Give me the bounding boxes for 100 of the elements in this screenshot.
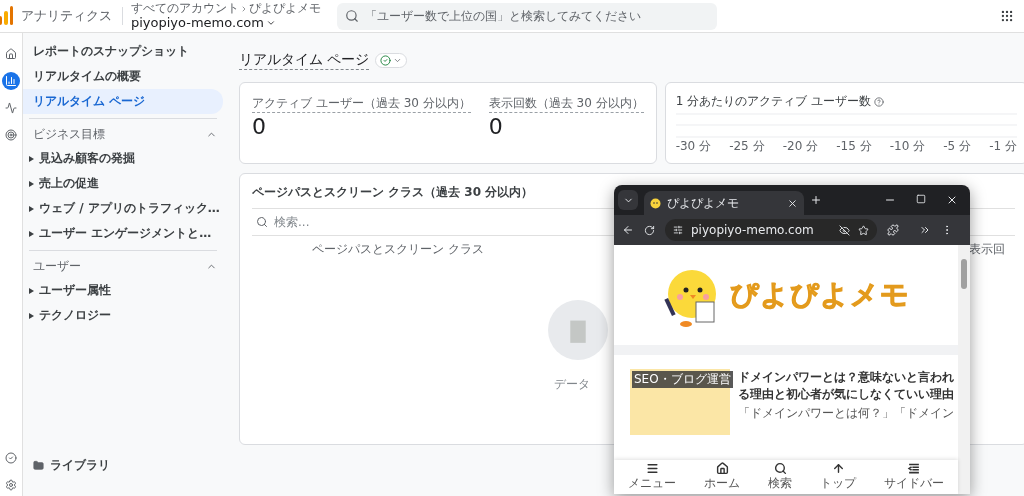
expand-arrow-icon	[29, 312, 34, 319]
more-tools-button[interactable]	[919, 224, 931, 236]
breadcrumb-link[interactable]: ぴよぴよメモ	[249, 2, 321, 15]
nav-item-label: ユーザー属性	[39, 282, 111, 299]
reload-icon	[644, 224, 655, 236]
bar-chart-icon	[5, 75, 17, 87]
library-link[interactable]: ライブラリ	[23, 457, 223, 496]
metric-label: 表示回数（過去 30 分以内）	[488, 95, 644, 113]
category-tag: SEO・ブログ運営	[632, 371, 733, 388]
metric-label: アクティブ ユーザー（過去 30 分以内）	[252, 95, 471, 113]
table-search-field[interactable]: 検索...	[252, 209, 538, 235]
maximize-button[interactable]	[916, 194, 926, 206]
nav-item-label: 売上の促進	[39, 175, 99, 192]
axis-label: -30 分	[675, 138, 712, 155]
nav-item-label: 見込み顧客の発掘	[39, 150, 135, 167]
home-icon	[714, 462, 730, 475]
status-chip[interactable]	[375, 52, 408, 68]
menu-icon	[644, 462, 660, 475]
search-icon	[256, 216, 268, 228]
address-bar[interactable]: piyopiyo-memo.com	[665, 219, 877, 241]
chart-title: 1 分あたりのアクティブ ユーザー数	[675, 93, 871, 110]
search-nav-button[interactable]: 検索	[768, 460, 792, 494]
scrollbar[interactable]	[958, 245, 970, 494]
plus-icon	[810, 194, 822, 206]
axis-label: -1 分	[989, 138, 1017, 155]
article-excerpt: 「ドメインパワーとは何？」「ドメイン	[738, 405, 954, 422]
section-header[interactable]: ビジネス目標	[23, 123, 223, 146]
maximize-icon	[916, 194, 926, 204]
bar-chart-logo	[0, 6, 13, 26]
tab-search-button[interactable]	[618, 190, 638, 210]
url-text: piyopiyo-memo.com	[691, 223, 815, 237]
axis-label: -5 分	[943, 138, 972, 155]
property-selector[interactable]: piyopiyo-memo.com	[131, 15, 321, 30]
help-icon[interactable]	[873, 96, 884, 107]
metric-value: 0	[252, 113, 266, 141]
nav-item[interactable]: テクノロジー	[23, 303, 223, 328]
product-name: アナリティクス	[21, 7, 123, 25]
check-circle-icon	[5, 452, 17, 464]
reload-button[interactable]	[644, 224, 655, 236]
home-nav-button[interactable]: ホーム	[704, 460, 740, 494]
sidebar-nav-button[interactable]: サイドバー	[884, 460, 944, 494]
site-info-icon[interactable]	[673, 225, 683, 235]
back-button[interactable]	[622, 224, 634, 236]
nav-item[interactable]: ユーザー属性	[23, 278, 223, 303]
page-title: リアルタイム ページ	[239, 50, 370, 70]
article-title[interactable]: ドメインパワーとは？意味ないと言われる理由と初心者が気にしなくていい理由	[738, 369, 954, 403]
reports-nav-button[interactable]	[2, 72, 20, 90]
double-chevron-icon	[919, 224, 931, 236]
new-tab-button[interactable]	[810, 194, 822, 206]
close-icon[interactable]	[787, 197, 798, 209]
nav-item[interactable]: レポートのスナップショット	[23, 39, 223, 64]
column-header[interactable]: ページパスとスクリーン クラス	[312, 241, 484, 258]
nav-item-label: ウェブ / アプリのトラフィック…	[39, 200, 220, 217]
breadcrumb-link[interactable]: すべてのアカウント	[131, 2, 239, 15]
close-icon	[946, 194, 958, 206]
search-icon	[345, 9, 359, 23]
nav-item[interactable]: 見込み顧客の発掘	[23, 146, 223, 171]
eye-off-icon[interactable]	[839, 224, 850, 236]
top-nav-button[interactable]: トップ	[820, 460, 856, 494]
home-icon	[5, 48, 17, 60]
expand-arrow-icon	[29, 205, 34, 212]
nav-item[interactable]: リアルタイム ページ	[23, 89, 223, 114]
extensions-button[interactable]	[887, 224, 899, 236]
nav-item[interactable]: ウェブ / アプリのトラフィック…	[23, 196, 223, 221]
back-arrow-icon	[622, 224, 634, 236]
puzzle-icon	[887, 224, 899, 236]
apps-button[interactable]	[1000, 9, 1014, 23]
search-icon	[772, 462, 788, 475]
expand-arrow-icon	[29, 287, 34, 294]
pulse-icon	[5, 102, 17, 114]
chevron-icon	[240, 4, 248, 13]
check-circle-icon	[380, 54, 392, 66]
tab-title: ぴよぴよメモ	[667, 194, 740, 212]
empty-state-icon	[548, 299, 608, 360]
nav-item[interactable]: 売上の促進	[23, 171, 223, 196]
axis-label: -25 分	[729, 138, 765, 155]
browser-tab[interactable]: ぴよぴよメモ	[644, 191, 804, 215]
axis-label: -10 分	[889, 138, 926, 155]
axis-label: -15 分	[836, 138, 872, 155]
star-icon[interactable]	[858, 224, 869, 236]
menu-nav-button[interactable]: メニュー	[628, 460, 676, 494]
advertising-nav-button[interactable]	[2, 126, 20, 144]
nav-item-label: ユーザー エンゲージメントと…	[39, 225, 212, 242]
sidebar-icon	[906, 462, 922, 475]
check-circle-button[interactable]	[2, 449, 20, 467]
expand-arrow-icon	[29, 180, 34, 187]
nav-item-label: テクノロジー	[39, 307, 111, 324]
close-button[interactable]	[946, 194, 958, 206]
expand-arrow-icon	[29, 155, 34, 162]
nav-item[interactable]: ユーザー エンゲージメントと…	[23, 221, 223, 246]
section-header[interactable]: ユーザー	[23, 255, 223, 278]
target-icon	[5, 129, 17, 141]
column-header[interactable]: 表示回	[969, 241, 1005, 258]
chick-favicon	[650, 197, 661, 209]
photo-placeholder[interactable]: SEO・ブログ運営	[630, 369, 730, 435]
grid-icon	[1000, 9, 1014, 23]
search-field[interactable]: 「ユーザー数で上位の国」と検索してみてください	[337, 2, 717, 30]
library-label: ライブラリ	[50, 457, 110, 474]
folder-icon	[33, 460, 44, 471]
nav-item[interactable]: リアルタイムの概要	[23, 64, 223, 89]
